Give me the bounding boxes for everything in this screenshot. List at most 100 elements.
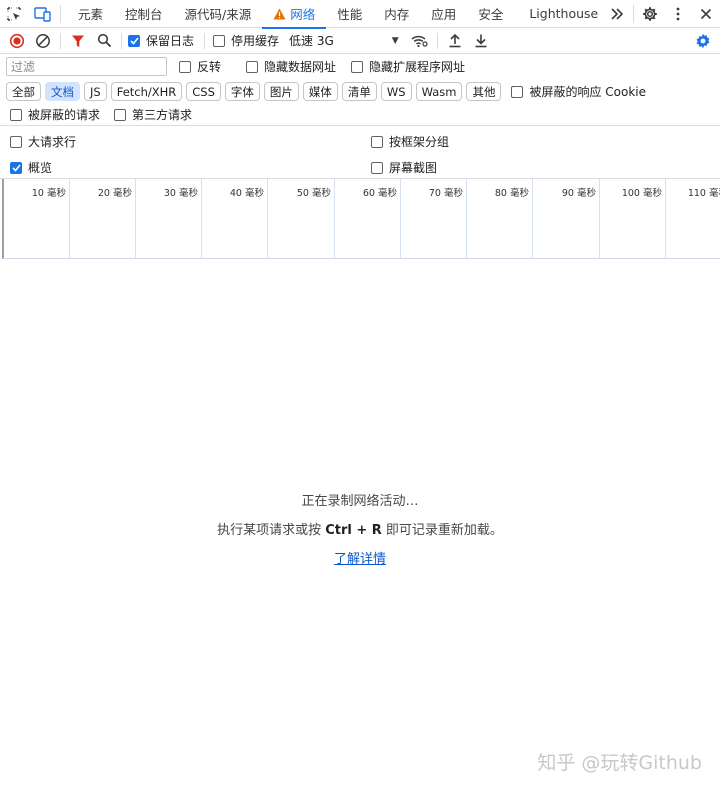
tab-console[interactable]: 控制台 bbox=[114, 0, 174, 28]
timeline-overview[interactable]: 10 毫秒 20 毫秒 30 毫秒 40 毫秒 50 毫秒 60 毫秒 70 毫… bbox=[2, 179, 720, 259]
type-chip-fetch-xhr[interactable]: Fetch/XHR bbox=[110, 82, 183, 101]
filter-input[interactable]: 过滤 bbox=[6, 57, 167, 76]
tab-sources[interactable]: 源代码/来源 bbox=[174, 0, 263, 28]
tick-label: 100 毫秒 bbox=[621, 188, 662, 199]
gear-icon bbox=[643, 7, 657, 21]
close-devtools-button[interactable] bbox=[692, 0, 720, 28]
tab-label: 应用 bbox=[431, 7, 457, 22]
hide-data-urls-checkbox[interactable]: 隐藏数据网址 bbox=[246, 58, 336, 75]
checkbox-label: 隐藏扩展程序网址 bbox=[369, 60, 466, 74]
type-chip-other[interactable]: 其他 bbox=[466, 82, 502, 101]
type-chip-all[interactable]: 全部 bbox=[6, 82, 41, 101]
preserve-log-checkbox[interactable]: 保留日志 bbox=[128, 32, 194, 49]
type-chip-manifest[interactable]: 清单 bbox=[341, 82, 377, 101]
type-chip-img[interactable]: 图片 bbox=[263, 82, 299, 101]
chip-label: 图片 bbox=[269, 84, 293, 99]
customize-menu-button[interactable] bbox=[664, 0, 692, 28]
inspect-icon bbox=[7, 6, 21, 21]
chip-label: Wasm bbox=[421, 84, 457, 99]
learn-more-link[interactable]: 了解详情 bbox=[334, 547, 386, 573]
checkbox-box bbox=[10, 161, 22, 174]
toolbar-separator bbox=[204, 32, 206, 49]
checkbox-box bbox=[10, 108, 22, 121]
disable-cache-checkbox[interactable]: 停用缓存 bbox=[213, 32, 279, 49]
tab-network[interactable]: 网络 bbox=[262, 0, 327, 29]
filter-icon bbox=[72, 35, 84, 47]
show-overview-checkbox[interactable]: 概览 bbox=[10, 159, 52, 176]
third-party-requests-checkbox[interactable]: 第三方请求 bbox=[114, 106, 192, 123]
chip-label: 文档 bbox=[51, 84, 74, 99]
tab-lighthouse[interactable]: Lighthouse bbox=[514, 0, 604, 28]
record-button[interactable] bbox=[4, 29, 30, 53]
network-settings-button[interactable] bbox=[690, 29, 716, 53]
settings-button[interactable] bbox=[636, 0, 664, 28]
blocked-requests-checkbox[interactable]: 被屏蔽的请求 bbox=[10, 106, 100, 123]
toolbar-separator bbox=[121, 32, 122, 49]
tab-elements[interactable]: 元素 bbox=[67, 0, 114, 28]
group-by-frame-checkbox[interactable]: 按框架分组 bbox=[371, 133, 449, 150]
more-tabs-button[interactable] bbox=[603, 0, 631, 28]
timeline-tick: 40 毫秒 bbox=[202, 179, 268, 258]
search-button[interactable] bbox=[91, 29, 117, 53]
tab-label: 元素 bbox=[78, 7, 104, 22]
checkbox-box bbox=[179, 60, 191, 73]
timeline-tick: 70 毫秒 bbox=[401, 179, 467, 258]
chevron-down-icon: ▼ bbox=[391, 35, 399, 46]
filter-placeholder: 过滤 bbox=[11, 60, 36, 74]
checkbox-label: 保留日志 bbox=[146, 34, 195, 48]
invert-checkbox[interactable]: 反转 bbox=[179, 58, 221, 75]
blocked-response-cookies-checkbox[interactable]: 被屏蔽的响应 Cookie bbox=[511, 83, 646, 100]
checkbox-box bbox=[213, 34, 226, 47]
device-toolbar-button[interactable] bbox=[28, 0, 56, 28]
network-settings-icon bbox=[696, 33, 710, 49]
checkbox-box bbox=[371, 161, 383, 174]
checkbox-label: 第三方请求 bbox=[132, 108, 193, 122]
type-chip-css[interactable]: CSS bbox=[186, 82, 221, 101]
hide-extension-urls-checkbox[interactable]: 隐藏扩展程序网址 bbox=[351, 58, 465, 75]
hint-prefix: 执行某项请求或按 bbox=[217, 523, 326, 538]
network-conditions-button[interactable] bbox=[407, 29, 433, 53]
search-icon bbox=[97, 33, 111, 48]
empty-state: 正在录制网络活动… 执行某项请求或按 Ctrl + R 即可记录重新加载。 了解… bbox=[0, 490, 720, 573]
type-chip-js[interactable]: JS bbox=[84, 82, 107, 101]
checkbox-box bbox=[10, 135, 22, 148]
timeline-tick: 60 毫秒 bbox=[335, 179, 401, 258]
type-chip-wasm[interactable]: Wasm bbox=[415, 82, 463, 101]
checkbox-label: 概览 bbox=[28, 161, 53, 175]
type-chip-font[interactable]: 字体 bbox=[224, 82, 260, 101]
capture-screenshots-checkbox[interactable]: 屏幕截图 bbox=[371, 159, 437, 176]
clear-icon bbox=[36, 33, 50, 48]
inspect-element-button[interactable] bbox=[0, 0, 28, 28]
tab-label: Lighthouse bbox=[529, 6, 599, 21]
upload-icon bbox=[449, 33, 461, 48]
type-chip-doc[interactable]: 文档 bbox=[45, 82, 80, 101]
tab-separator bbox=[60, 4, 61, 23]
tab-application[interactable]: 应用 bbox=[420, 0, 467, 28]
checkbox-box bbox=[371, 135, 383, 148]
tab-label: 网络 bbox=[290, 7, 316, 22]
checkbox-label: 被屏蔽的响应 Cookie bbox=[529, 85, 647, 99]
checkbox-box bbox=[511, 85, 524, 98]
checkbox-label: 停用缓存 bbox=[231, 34, 280, 48]
import-har-button[interactable] bbox=[442, 29, 468, 53]
device-toggle-icon bbox=[33, 6, 51, 22]
throttling-select[interactable]: 低速 3G ▼ bbox=[289, 32, 399, 49]
big-request-rows-checkbox[interactable]: 大请求行 bbox=[10, 133, 76, 150]
timeline-tick: 110 毫秒 bbox=[666, 179, 720, 258]
type-chip-ws[interactable]: WS bbox=[380, 82, 412, 101]
tab-memory[interactable]: 内存 bbox=[373, 0, 420, 28]
tab-security[interactable]: 安全 bbox=[467, 0, 514, 28]
tab-label: 内存 bbox=[384, 7, 410, 22]
filter-toggle-button[interactable] bbox=[65, 29, 91, 53]
type-chip-media[interactable]: 媒体 bbox=[302, 82, 338, 101]
tick-label: 10 毫秒 bbox=[31, 188, 66, 199]
tab-separator bbox=[633, 5, 634, 23]
checkbox-label: 按框架分组 bbox=[389, 135, 450, 149]
tab-performance[interactable]: 性能 bbox=[326, 0, 373, 28]
chip-label: 字体 bbox=[230, 84, 254, 99]
export-har-button[interactable] bbox=[468, 29, 494, 53]
checkbox-label: 大请求行 bbox=[28, 135, 77, 149]
timeline-tick: 30 毫秒 bbox=[136, 179, 202, 258]
clear-button[interactable] bbox=[30, 29, 56, 53]
tick-label: 30 毫秒 bbox=[163, 188, 198, 199]
